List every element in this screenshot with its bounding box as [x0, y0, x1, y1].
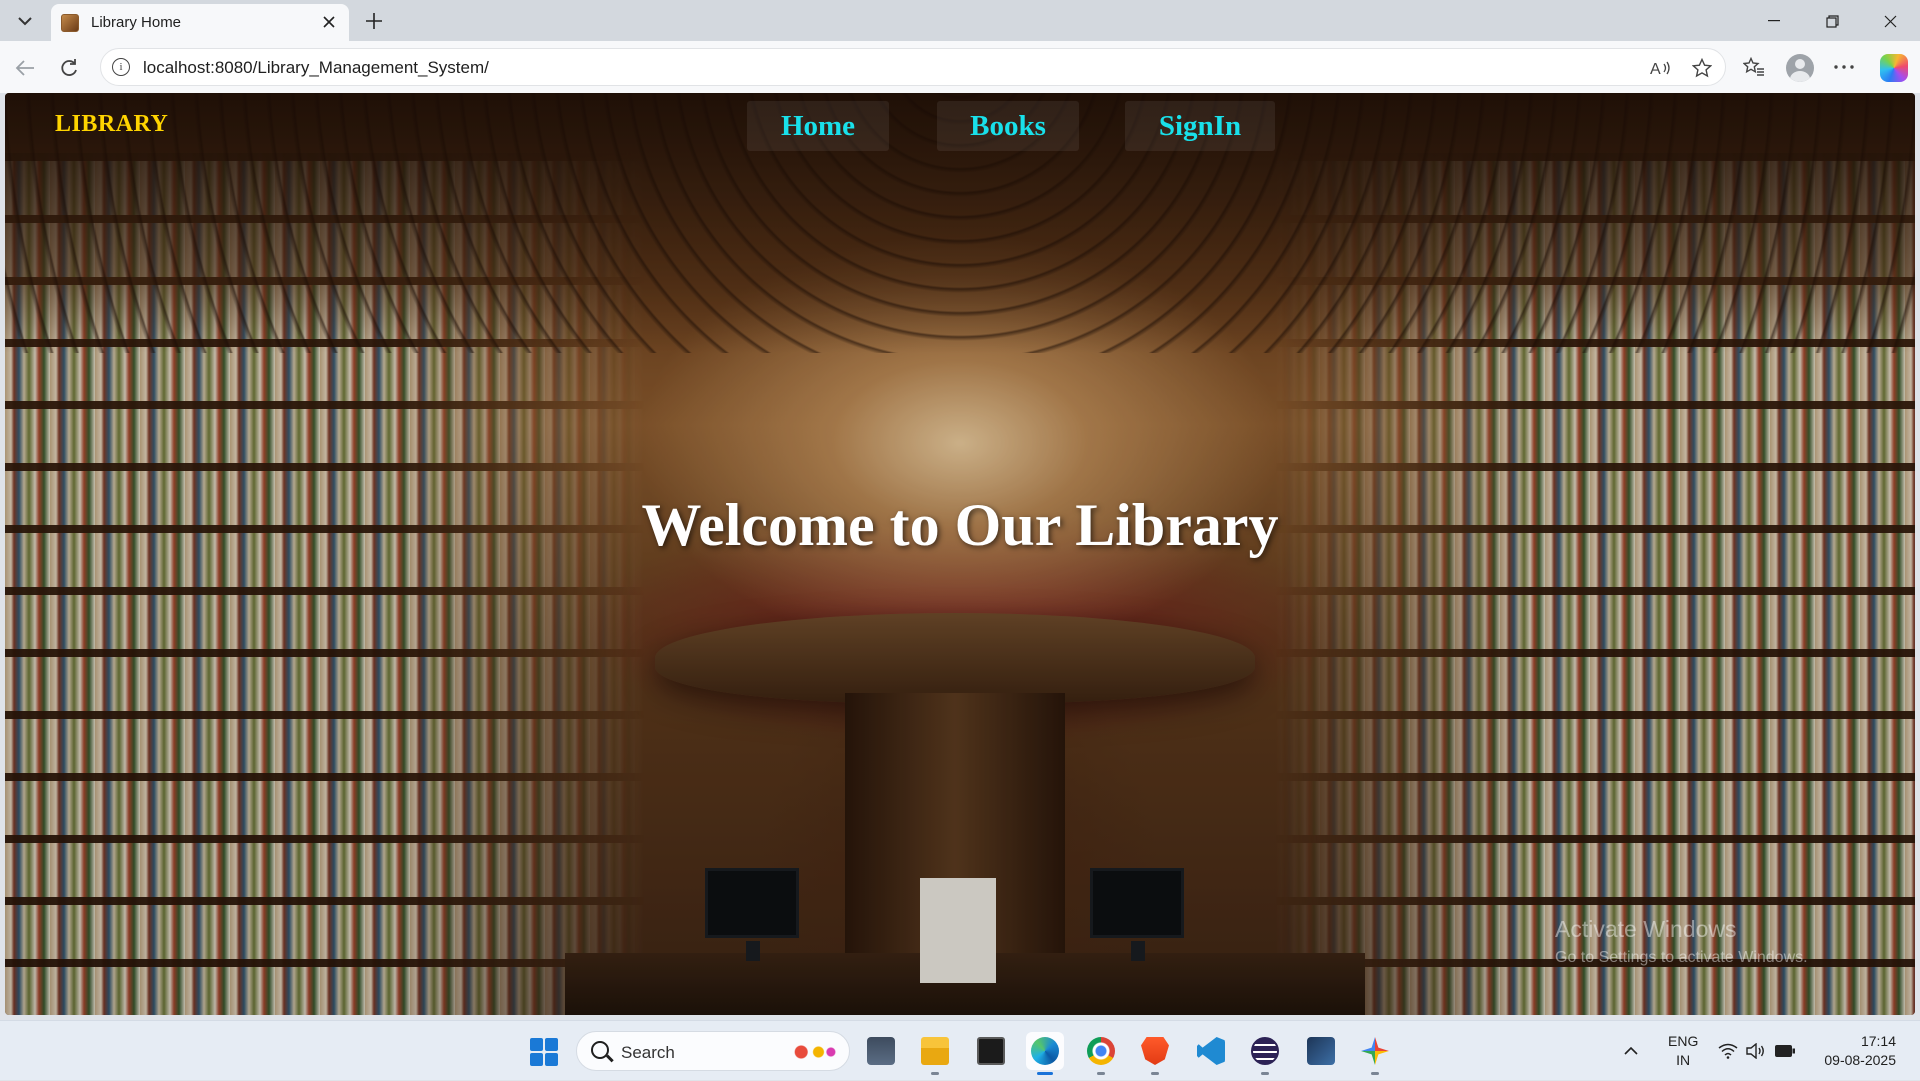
back-arrow-icon[interactable] — [10, 53, 40, 83]
battery-icon[interactable] — [1774, 1021, 1796, 1081]
tab-list-chevron-down-icon[interactable] — [10, 8, 40, 34]
close-window-icon[interactable] — [1868, 8, 1912, 34]
close-icon[interactable] — [319, 12, 339, 32]
language-code: ENG — [1668, 1033, 1699, 1049]
more-icon[interactable] — [1828, 51, 1860, 83]
file-explorer-icon[interactable] — [916, 1032, 954, 1075]
nav-signin-label[interactable]: SignIn — [1159, 110, 1241, 143]
url-text[interactable]: localhost:8080/Library_Management_System… — [143, 58, 489, 78]
new-tab-plus-icon[interactable] — [360, 7, 388, 35]
brave-icon[interactable] — [1136, 1032, 1174, 1075]
nav-home[interactable]: Home — [747, 101, 889, 151]
favorites-icon[interactable] — [1738, 51, 1770, 83]
nav-home-label[interactable]: Home — [781, 110, 855, 143]
language-region: IN — [1676, 1052, 1691, 1068]
reload-icon[interactable] — [54, 53, 84, 83]
tab-title: Library Home — [91, 14, 182, 31]
clock[interactable]: 17:14 09-08-2025 — [1810, 1032, 1896, 1070]
avatar[interactable] — [1786, 54, 1814, 82]
watermark-subtitle: Go to Settings to activate Windows. — [1555, 949, 1808, 966]
taskbar-search[interactable]: Search — [576, 1031, 850, 1071]
library-favicon-icon — [61, 14, 79, 32]
show-hidden-icons-chevron-icon[interactable] — [1624, 1021, 1642, 1081]
web-page: LIBRARY Home Books SignIn Welcome to Our… — [5, 93, 1915, 1015]
taskbar: Search ENG IN 17:14 09-08-2025 — [0, 1020, 1920, 1080]
svg-text:A: A — [1650, 61, 1661, 77]
read-aloud-icon[interactable]: A — [1650, 57, 1672, 79]
language-indicator[interactable]: ENG IN — [1668, 1032, 1698, 1070]
clock-date: 09-08-2025 — [1824, 1052, 1896, 1068]
start-icon[interactable] — [530, 1038, 558, 1066]
volume-icon[interactable] — [1746, 1021, 1766, 1081]
eclipse-icon[interactable] — [1246, 1032, 1284, 1075]
minimize-icon[interactable] — [1752, 8, 1796, 34]
watermark-title: Activate Windows — [1555, 916, 1737, 942]
browser-tab[interactable]: Library Home — [51, 4, 349, 41]
copilot-icon[interactable] — [1880, 54, 1908, 82]
edge-icon[interactable] — [1026, 1032, 1064, 1075]
restore-icon[interactable] — [1810, 8, 1854, 34]
chrome-icon[interactable] — [1082, 1032, 1120, 1075]
activate-windows-watermark: Activate Windows Go to Settings to activ… — [1555, 916, 1808, 967]
gemini-icon[interactable] — [1356, 1032, 1394, 1075]
address-bar[interactable]: i localhost:8080/Library_Management_Syst… — [100, 48, 1726, 86]
wifi-icon[interactable] — [1718, 1021, 1738, 1081]
vscode-icon[interactable] — [1192, 1032, 1230, 1070]
info-icon[interactable]: i — [112, 58, 130, 76]
browser-tab-strip: Library Home — [0, 0, 1920, 41]
nav-books-label[interactable]: Books — [970, 110, 1046, 143]
star-icon[interactable] — [1691, 57, 1713, 79]
search-icon — [591, 1041, 609, 1059]
app-icon[interactable] — [1302, 1032, 1340, 1070]
search-highlight-icon — [785, 1040, 839, 1064]
brand-logo[interactable]: LIBRARY — [55, 111, 168, 138]
terminal-icon[interactable] — [972, 1032, 1010, 1070]
widgets-icon[interactable] — [862, 1032, 900, 1070]
hero-title: Welcome to Our Library — [641, 492, 1279, 558]
browser-toolbar: i localhost:8080/Library_Management_Syst… — [0, 41, 1920, 93]
nav-books[interactable]: Books — [937, 101, 1079, 151]
clock-time: 17:14 — [1860, 1033, 1896, 1049]
nav-signin[interactable]: SignIn — [1125, 101, 1275, 151]
search-placeholder: Search — [621, 1043, 675, 1062]
